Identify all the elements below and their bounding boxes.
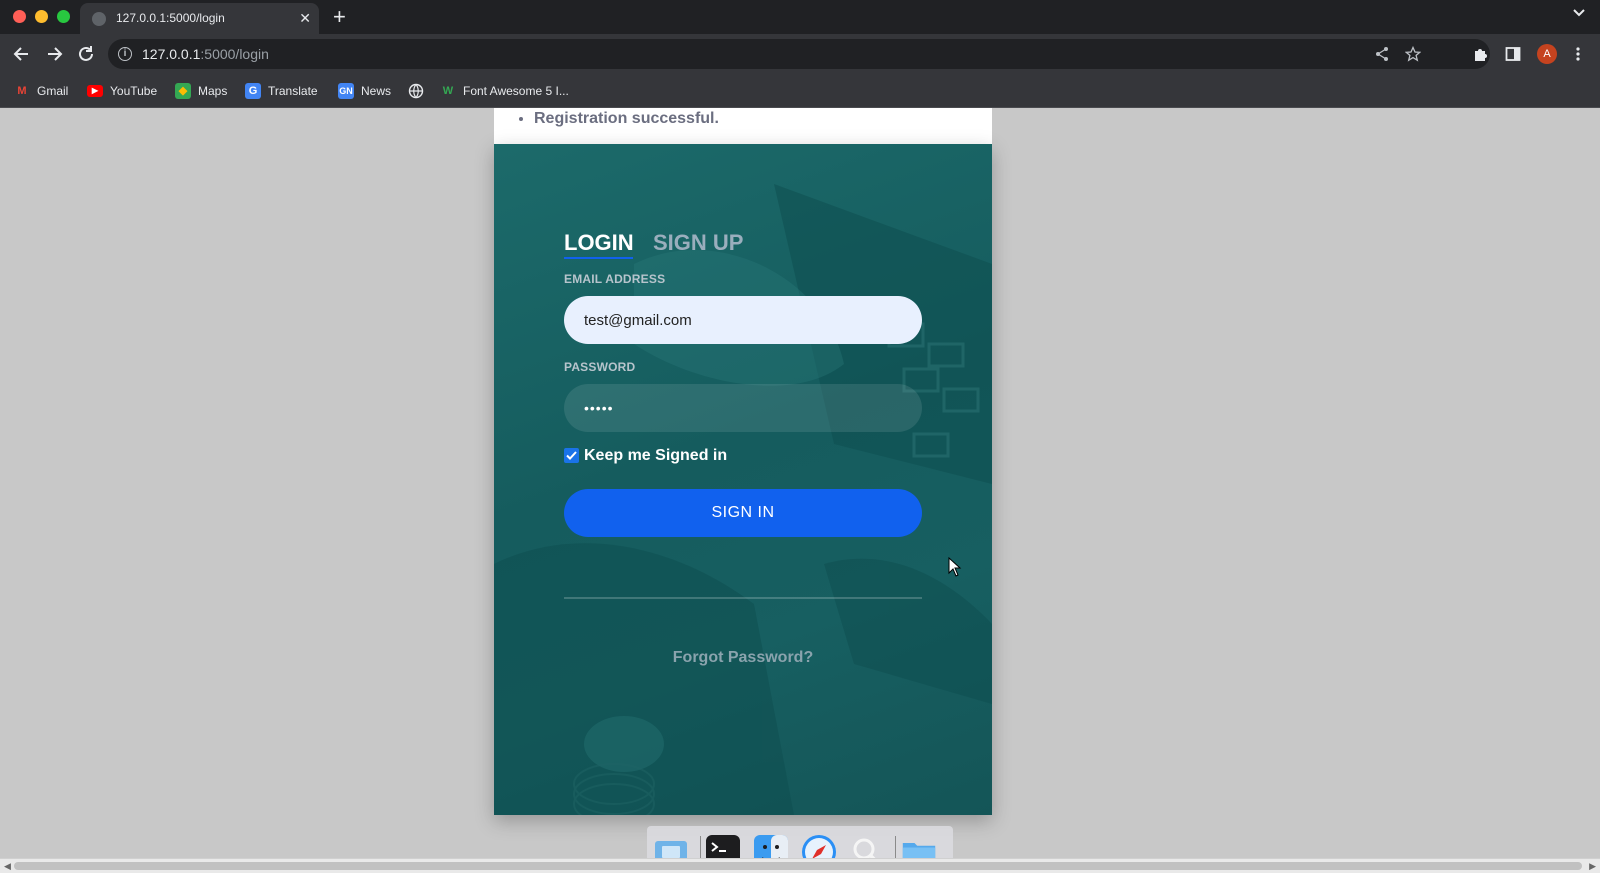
site-info-icon[interactable]: i	[118, 47, 132, 61]
globe-icon	[408, 83, 424, 99]
password-field[interactable]	[564, 384, 922, 432]
bookmark-gmail[interactable]: M Gmail	[14, 82, 68, 100]
window-maximize-button[interactable]	[57, 10, 70, 23]
bookmarks-bar: M Gmail ▶ YouTube ◆ Maps G Translate GN …	[0, 74, 1600, 108]
keep-signed-in-label[interactable]: Keep me Signed in	[584, 447, 727, 465]
bookmark-youtube[interactable]: ▶ YouTube	[87, 82, 157, 100]
forward-arrow-icon[interactable]	[44, 44, 64, 64]
bookmark-label: YouTube	[110, 84, 158, 98]
translate-icon: G	[245, 83, 261, 99]
keep-signed-in-checkbox[interactable]	[564, 448, 579, 463]
bookmark-news[interactable]: GN News	[338, 82, 391, 100]
youtube-icon: ▶	[87, 85, 103, 97]
flash-message: Registration successful.	[534, 110, 719, 128]
back-arrow-icon[interactable]	[12, 44, 32, 64]
tab-login[interactable]: LOGIN	[564, 230, 634, 256]
news-icon: GN	[338, 83, 354, 99]
bookmark-star-icon[interactable]	[1405, 46, 1421, 62]
gmail-icon: M	[17, 85, 27, 97]
bookmark-globe[interactable]	[408, 82, 424, 100]
font-awesome-icon: W	[442, 85, 454, 97]
mouse-cursor-icon	[948, 557, 962, 577]
url-host: 127.0.0.1	[142, 46, 201, 62]
reload-icon[interactable]	[76, 44, 96, 64]
email-field[interactable]	[564, 296, 922, 344]
scroll-left-arrow-icon[interactable]: ◀	[4, 861, 11, 872]
tab-close-icon[interactable]: ✕	[299, 9, 311, 27]
url-text[interactable]: 127.0.0.1:5000/login	[142, 46, 269, 62]
bookmark-label: Font Awesome 5 I...	[463, 84, 569, 98]
flash-message-box: Registration successful.	[494, 108, 992, 144]
window-close-button[interactable]	[13, 10, 26, 23]
scrollbar-thumb[interactable]	[14, 862, 1582, 870]
browser-menu-icon[interactable]	[1570, 46, 1586, 62]
flash-message-list: Registration successful.	[534, 110, 719, 128]
profile-avatar[interactable]: A	[1537, 44, 1557, 64]
scroll-right-arrow-icon[interactable]: ▶	[1589, 861, 1596, 872]
horizontal-scrollbar[interactable]: ◀ ▶	[0, 858, 1600, 873]
form-divider	[564, 597, 922, 599]
password-label: PASSWORD	[564, 360, 636, 374]
tab-title: 127.0.0.1:5000/login	[116, 11, 225, 25]
email-label: EMAIL ADDRESS	[564, 272, 666, 286]
tab-favicon-icon	[92, 12, 106, 26]
browser-tab-active[interactable]: 127.0.0.1:5000/login ✕	[80, 3, 319, 34]
window-minimize-button[interactable]	[35, 10, 48, 23]
browser-toolbar: i 127.0.0.1:5000/login A	[0, 34, 1600, 74]
tab-search-chevron-icon[interactable]	[1572, 6, 1586, 20]
tab-signup[interactable]: SIGN UP	[653, 230, 743, 256]
login-card: LOGIN SIGN UP EMAIL ADDRESS PASSWORD Kee…	[494, 144, 992, 815]
bookmark-label: Translate	[268, 84, 318, 98]
bookmark-label: Gmail	[37, 84, 69, 98]
bookmark-label: Maps	[198, 84, 228, 98]
sign-in-button[interactable]: SIGN IN	[564, 489, 922, 537]
maps-icon: ◆	[175, 83, 191, 99]
bookmark-label: News	[361, 84, 392, 98]
forgot-password-link[interactable]: Forgot Password?	[564, 649, 922, 667]
new-tab-button[interactable]: +	[333, 4, 346, 30]
browser-tab-bar: 127.0.0.1:5000/login ✕ +	[0, 0, 1600, 34]
share-icon[interactable]	[1374, 46, 1390, 62]
side-panel-icon[interactable]	[1505, 46, 1521, 62]
bookmark-translate[interactable]: G Translate	[245, 82, 318, 100]
bookmark-maps[interactable]: ◆ Maps	[175, 82, 227, 100]
address-bar[interactable]: i 127.0.0.1:5000/login	[108, 39, 1490, 69]
url-path: :5000/login	[200, 46, 269, 62]
extensions-puzzle-icon[interactable]	[1473, 46, 1489, 62]
bookmark-font-awesome[interactable]: W Font Awesome 5 I...	[440, 82, 569, 100]
checkmark-icon	[566, 451, 577, 460]
tab-login-active-indicator	[564, 257, 633, 259]
